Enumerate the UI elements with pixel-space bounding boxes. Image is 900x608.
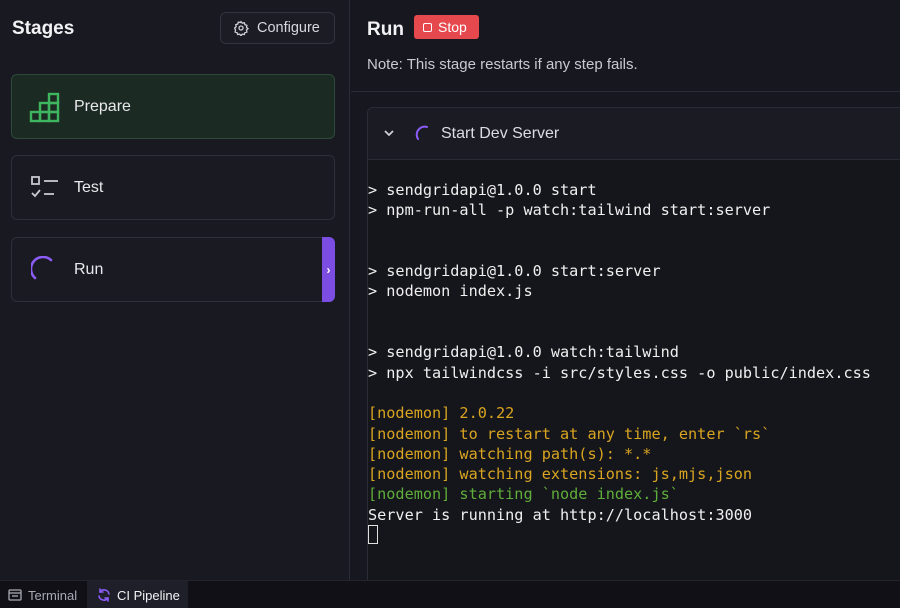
stages-panel: Stages Configure Prepare Test Run › [0,0,350,580]
tab-terminal[interactable]: Terminal [8,581,77,608]
terminal-output: > sendgridapi@1.0.0 start > npm-run-all -… [368,180,871,545]
divider [351,91,900,92]
step-title: Start Dev Server [441,125,560,142]
terminal-line: [nodemon] watching path(s): *.* [368,444,652,463]
terminal-line: > sendgridapi@1.0.0 start [368,181,597,199]
terminal-icon [8,589,22,601]
terminal-line: > nodemon index.js [368,282,533,301]
stop-label: Stop [438,19,467,35]
terminal-line: [nodemon] 2.0.22 [368,404,515,423]
run-panel: Run Stop Note: This stage restarts if an… [351,0,900,582]
tab-terminal-label: Terminal [28,587,78,603]
stage-run[interactable]: Run › [11,237,335,302]
terminal-line: [nodemon] watching extensions: js,mjs,js… [368,465,753,484]
gear-icon [233,20,249,36]
stage-label-test: Test [74,178,104,196]
chevron-right-icon[interactable]: › [322,237,335,302]
stop-button[interactable]: Stop [414,15,479,39]
checklist-icon [28,171,62,205]
spinner-icon [28,253,62,287]
terminal-prompt[interactable] [368,525,871,545]
stages-title: Stages [12,18,75,39]
terminal-line: > sendgridapi@1.0.0 start:server [368,262,661,281]
stage-test[interactable]: Test [11,155,335,220]
stage-label-prepare: Prepare [74,97,131,115]
tab-ci-pipeline-label: CI Pipeline [117,587,180,603]
stairs-icon [28,90,62,124]
configure-label: Configure [257,20,320,36]
step-header[interactable]: Start Dev Server [368,108,900,160]
stage-note: Note: This stage restarts if any step fa… [367,56,638,73]
step-card: Start Dev Server > sendgridapi@1.0.0 sta… [367,107,900,582]
refresh-icon [98,588,110,602]
stage-label-run: Run [74,260,104,278]
stop-icon [423,22,432,32]
terminal-line: Server is running at http://localhost:30… [368,505,753,524]
terminal-line: [nodemon] starting `node index.js` [368,485,679,504]
spinner-icon [415,125,428,140]
stage-prepare[interactable]: Prepare [11,74,335,139]
terminal-cursor [368,525,378,545]
terminal-line: [nodemon] to restart at any time, enter … [368,424,771,443]
bottom-bar: Terminal CI Pipeline [0,580,900,608]
run-title: Run [367,19,404,40]
terminal-line: > npx tailwindcss -i src/styles.css -o p… [368,363,871,382]
terminal-line: > npm-run-all -p watch:tailwind start:se… [368,201,771,220]
terminal-line: > sendgridapi@1.0.0 watch:tailwind [368,343,679,362]
tab-ci-pipeline[interactable]: CI Pipeline [87,581,188,608]
chevron-down-icon[interactable] [382,126,396,140]
configure-button[interactable]: Configure [220,12,335,44]
